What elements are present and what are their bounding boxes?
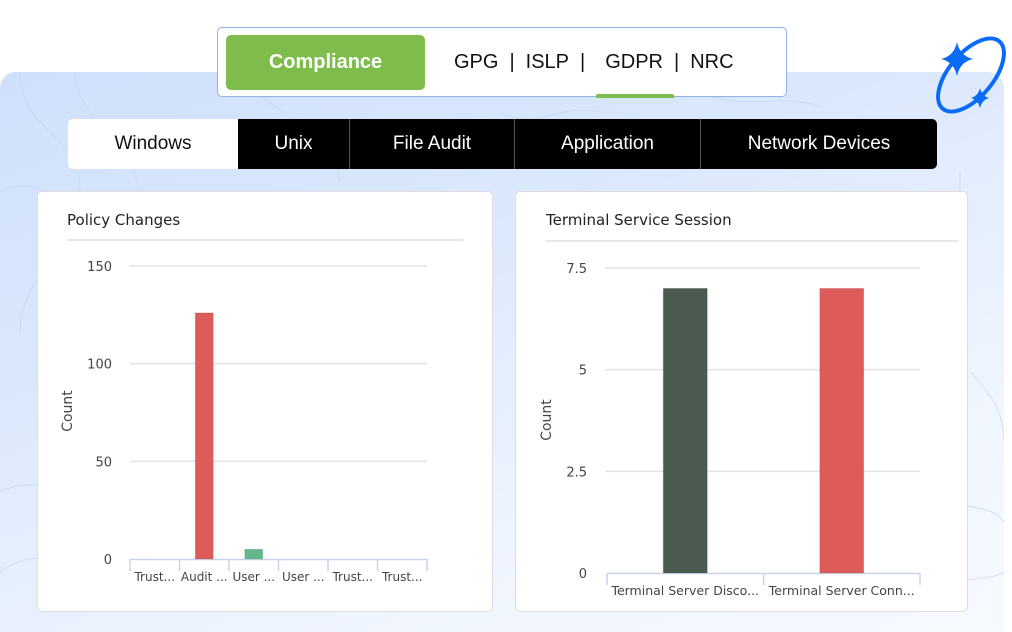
- separator: |: [674, 50, 680, 73]
- bar: [662, 287, 708, 574]
- x-tick-label: User ...: [282, 570, 325, 584]
- y-tick-label: 2.5: [566, 465, 587, 480]
- y-axis-label: Count: [60, 390, 76, 432]
- y-tick-label: 0: [104, 553, 112, 568]
- y-tick-label: 7.5: [566, 262, 587, 277]
- regulation-links: GPG | ISLP | GDPR | NRC: [454, 28, 734, 96]
- y-tick-label: 150: [87, 260, 112, 275]
- y-tick-label: 50: [95, 455, 112, 470]
- separator: |: [509, 50, 515, 73]
- y-axis-label: Count: [539, 399, 555, 441]
- tab-network-devices[interactable]: Network Devices: [700, 119, 937, 169]
- regulation-link-gpg[interactable]: GPG: [454, 51, 498, 74]
- bar: [194, 312, 214, 560]
- active-regulation-indicator: [596, 94, 674, 98]
- bar: [819, 287, 865, 574]
- y-tick-label: 5: [579, 364, 587, 379]
- y-tick-label: 0: [579, 567, 587, 582]
- x-tick-label: User ...: [232, 570, 275, 584]
- terminal-service-session-chart: Count 0 2.5 5 7.5 Terminal Server Disco... Te…: [539, 262, 921, 598]
- x-tick-label: Terminal Server Conn...: [768, 583, 915, 598]
- tab-application[interactable]: Application: [514, 119, 700, 169]
- tab-unix[interactable]: Unix: [238, 119, 349, 169]
- regulation-link-gdpr[interactable]: GDPR: [605, 51, 663, 74]
- tab-windows[interactable]: Windows: [68, 119, 238, 169]
- sparkle-orbit-icon: [936, 36, 1006, 114]
- x-tick-label: Trust...: [331, 570, 373, 584]
- platform-tabs: Windows Unix File Audit Application Netw…: [68, 119, 937, 169]
- compliance-button[interactable]: Compliance: [226, 35, 425, 90]
- regulation-bar: Compliance GPG | ISLP | GDPR | NRC: [217, 27, 787, 98]
- x-tick-label: Trust...: [381, 570, 423, 584]
- x-tick-label: Terminal Server Disco...: [610, 583, 759, 598]
- x-tick-label: Audit ...: [181, 570, 228, 584]
- y-tick-label: 100: [87, 358, 112, 373]
- x-tick-label: Trust...: [133, 570, 175, 584]
- separator: |: [580, 50, 586, 73]
- regulation-link-islp[interactable]: ISLP: [526, 51, 569, 74]
- bar: [244, 548, 264, 560]
- policy-changes-chart: Count 0 50 100 150 Trust... Audit ... User ...…: [60, 260, 428, 584]
- regulation-link-nrc[interactable]: NRC: [690, 51, 733, 74]
- tab-file-audit[interactable]: File Audit: [349, 119, 514, 169]
